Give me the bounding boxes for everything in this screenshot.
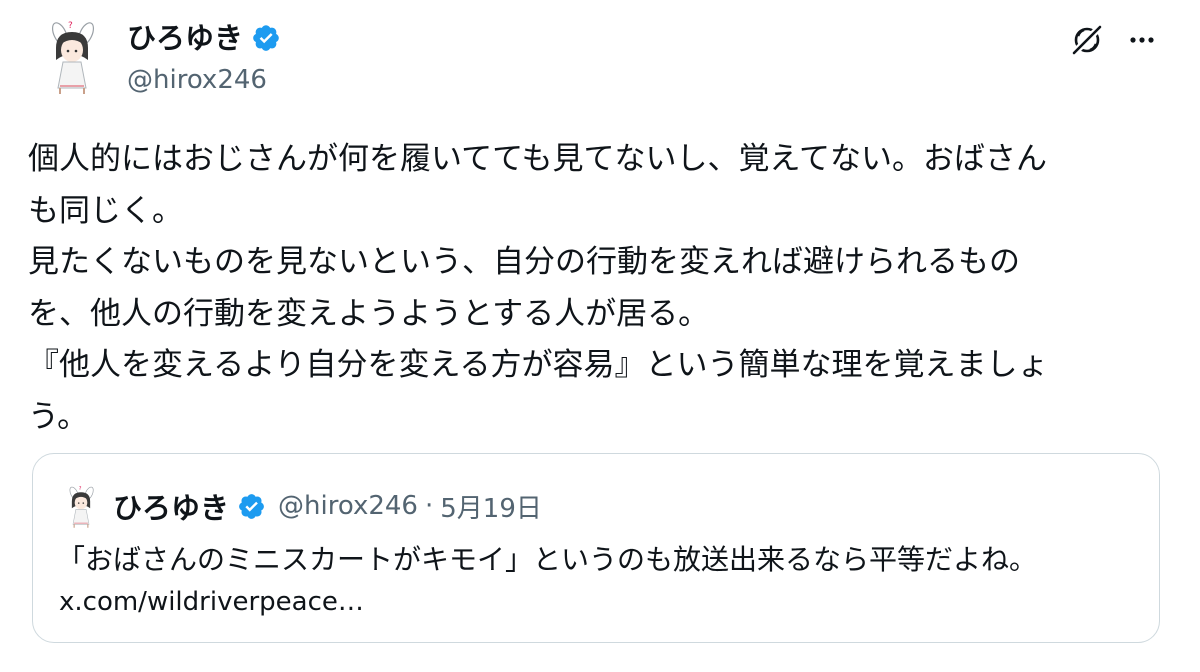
svg-text:?: ? [68,21,73,31]
quoted-tweet-link[interactable]: x.com/wildriverpeace… [59,582,364,622]
avatar-illustration-icon: ? [30,14,114,98]
author-name-row: ひろゆき [127,16,281,60]
quoted-handle[interactable]: @hirox246 [278,491,418,521]
tweet-text-line: も同じく。 [28,192,183,229]
tweet-text: 個人的にはおじさんが何を履いてても見てないし、覚えてない。おばさん も同じく。 … [28,134,1168,443]
quoted-display-name[interactable]: ひろゆき [113,485,229,527]
more-options-icon [1130,37,1154,43]
tweet-text-line: 『他人を変えるより自分を変える方が容易』という簡単な理を覚えましょ [28,347,1049,383]
avatar[interactable]: ? [30,14,114,98]
verified-badge-icon[interactable] [251,23,281,53]
grok-icon [1072,25,1102,55]
quoted-avatar[interactable]: ? [57,482,105,530]
separator-dot: · [424,491,434,521]
more-options-button[interactable] [1121,19,1163,61]
author-handle[interactable]: @hirox246 [127,60,267,100]
quoted-tweet-card[interactable]: ? ひろゆき @hirox246 · 5月19日 「おばさんのミニスカートがキモ… [32,453,1160,643]
tweet-text-line: 個人的にはおじさんが何を履いてても見てないし、覚えてない。おばさん [28,141,1047,177]
svg-text:?: ? [79,486,82,492]
quoted-avatar-illustration-icon: ? [57,482,105,530]
quoted-verified-badge-icon[interactable] [237,492,266,521]
tweet-text-line: 見たくないものを見ないという、自分の行動を変えれば避けられるもの [28,244,1020,280]
grok-button[interactable] [1066,19,1108,61]
tweet-text-line: を、他人の行動を変えようようとする人が居る。 [28,295,710,332]
author-display-name[interactable]: ひろゆき [127,16,243,60]
quoted-tweet-header: ひろゆき @hirox246 · 5月19日 [113,484,542,528]
tweet: ? ひろゆき @hirox246 個人的にはおじさんが何を履いてても見てないし、… [0,0,1200,672]
quoted-tweet-text: 「おばさんのミニスカートがキモイ」というのも放送出来るなら平等だよね。 [57,543,1038,576]
quoted-date[interactable]: 5月19日 [440,488,542,525]
tweet-text-line: う。 [28,398,89,435]
